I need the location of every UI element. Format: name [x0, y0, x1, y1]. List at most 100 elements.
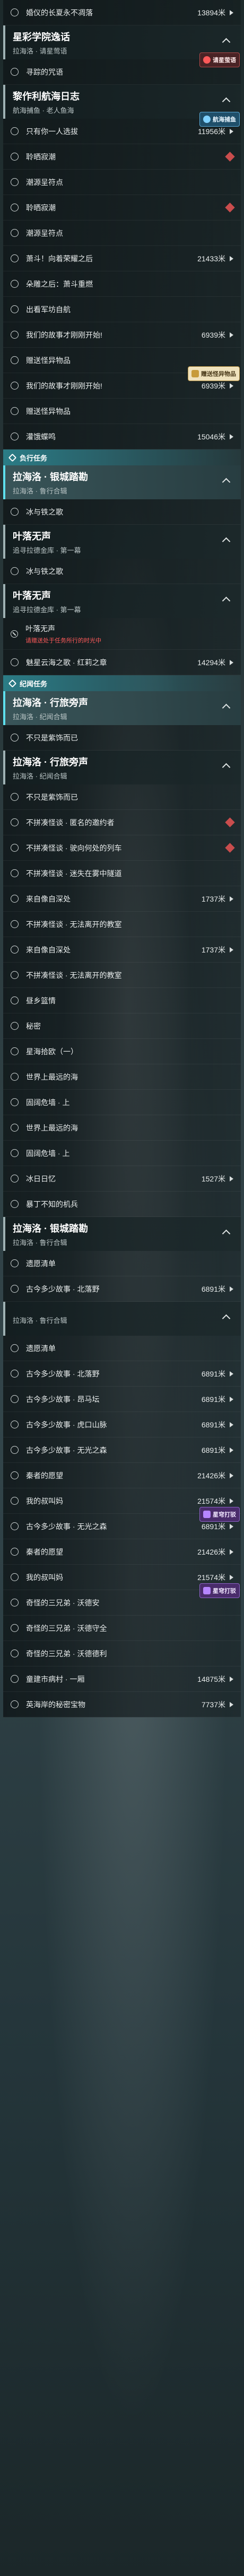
- quest-name: 古今多少故事 · 北落野: [26, 1284, 100, 1293]
- group-subtitle: 追寻拉德金库 · 第一幕: [13, 605, 81, 614]
- navigate-arrow-icon[interactable]: [230, 332, 233, 338]
- quest-item[interactable]: 赠送怪异物品: [3, 399, 241, 424]
- quest-item[interactable]: 来自像自深处 1737米: [3, 886, 241, 912]
- quest-status-circle-icon: [11, 1573, 19, 1581]
- quest-item[interactable]: 童建市病村 · 一厢 14875米: [3, 1666, 241, 1692]
- quest-group-header[interactable]: 拉海洛 · 鲁行合辑: [3, 1302, 241, 1336]
- quest-item[interactable]: 世界上最远的海: [3, 1064, 241, 1090]
- quest-item[interactable]: 婚仪的长夏永不凋落 13894米: [3, 0, 241, 25]
- chevron-icon[interactable]: [222, 478, 231, 487]
- chevron-icon[interactable]: [222, 763, 231, 772]
- navigate-arrow-icon[interactable]: [230, 1422, 233, 1427]
- section-header[interactable]: 负行任务: [3, 449, 241, 465]
- quest-item[interactable]: 出看军坊自航: [3, 297, 241, 322]
- quest-item[interactable]: 昼乡篮情: [3, 988, 241, 1013]
- quest-item[interactable]: 古今多少故事 · 昂马坛 6891米: [3, 1387, 241, 1412]
- quest-item[interactable]: 奇怪的三兄弟 · 沃德守全: [3, 1616, 241, 1641]
- quest-item[interactable]: 不拼凑怪谈 · 无法离开的教室: [3, 963, 241, 988]
- quest-item[interactable]: 星海拾欧（一）: [3, 1039, 241, 1064]
- quest-item[interactable]: 潮源呈符点: [3, 220, 241, 246]
- floating-tag[interactable]: 航海捕鱼: [199, 112, 240, 127]
- quest-item[interactable]: 秘密: [3, 1013, 241, 1039]
- quest-item[interactable]: 不拼凑怪谈 · 匿名的邀约者: [3, 810, 241, 835]
- navigate-arrow-icon[interactable]: [230, 1523, 233, 1529]
- quest-item[interactable]: 不只是紫饰而已: [3, 784, 241, 810]
- navigate-arrow-icon[interactable]: [230, 128, 233, 134]
- navigate-arrow-icon[interactable]: [230, 255, 233, 261]
- quest-item[interactable]: 来自像自深处 1737米: [3, 937, 241, 963]
- floating-tag[interactable]: 星穹打驳: [199, 1583, 240, 1598]
- quest-item[interactable]: 灌饿蝶鸣 15046米: [3, 424, 241, 449]
- quest-status-circle-icon: [11, 1421, 19, 1428]
- chevron-icon[interactable]: [222, 537, 231, 546]
- quest-item[interactable]: 魅星云海之歌 · 红莉之章 14294米: [3, 650, 241, 675]
- quest-item[interactable]: 世界上最远的海: [3, 1115, 241, 1141]
- navigate-arrow-icon[interactable]: [230, 1176, 233, 1181]
- quest-item[interactable]: 冰日日忆 1527米: [3, 1166, 241, 1192]
- chevron-icon[interactable]: [222, 703, 231, 712]
- quest-item[interactable]: 聆晒寂潮: [3, 144, 241, 170]
- quest-name: 星海拾欧（一）: [26, 1047, 78, 1056]
- navigate-arrow-icon[interactable]: [230, 1574, 233, 1580]
- navigate-arrow-icon[interactable]: [230, 1701, 233, 1707]
- chevron-icon[interactable]: [222, 38, 231, 47]
- chevron-icon[interactable]: [222, 97, 231, 106]
- navigate-arrow-icon[interactable]: [230, 434, 233, 439]
- quest-item[interactable]: 暴丁不知的机兵: [3, 1192, 241, 1217]
- quest-group-header[interactable]: 拉海洛 · 行旅旁声 拉海洛 · 纪闻合辑: [3, 751, 241, 784]
- quest-item[interactable]: 不拼凑怪谈 · 无法离开的教室: [3, 912, 241, 937]
- quest-item[interactable]: 秦者的愿望 21426米: [3, 1463, 241, 1488]
- quest-item[interactable]: 不拼凑怪谈 · 迷失在雾中隧道: [3, 861, 241, 886]
- quest-item[interactable]: 聆晒寂潮: [3, 195, 241, 220]
- quest-item[interactable]: 秦者的愿望 21426米: [3, 1539, 241, 1565]
- quest-item[interactable]: 不拼凑怪谈 · 驶向何处的列车: [3, 835, 241, 861]
- quest-name: 固阔危墙 · 上: [26, 1098, 70, 1107]
- quest-item[interactable]: 英海岸的秘密宝物 7737米: [3, 1692, 241, 1717]
- navigate-arrow-icon[interactable]: [230, 1371, 233, 1377]
- quest-name: 寻踪的咒语: [26, 67, 63, 76]
- navigate-arrow-icon[interactable]: [230, 1498, 233, 1504]
- navigate-arrow-icon[interactable]: [230, 1472, 233, 1478]
- floating-tag[interactable]: 赠送怪异物品: [188, 366, 240, 381]
- quest-item[interactable]: 萧斗！向着荣耀之后 21433米: [3, 246, 241, 271]
- navigate-arrow-icon[interactable]: [230, 1396, 233, 1402]
- floating-tag[interactable]: 请星萤语: [199, 52, 240, 67]
- floating-tag[interactable]: 星穹打驳: [199, 1507, 240, 1522]
- quest-item[interactable]: 古今多少故事 · 无光之森 6891米: [3, 1437, 241, 1463]
- quest-item[interactable]: 叶落无声 请赠送处于任务所行的时光中: [3, 618, 241, 650]
- quest-item[interactable]: 不只是紫饰而已: [3, 725, 241, 751]
- quest-distance: 1737米: [201, 894, 225, 903]
- quest-item[interactable]: 遗愿清单: [3, 1251, 241, 1276]
- quest-item[interactable]: 朵雕之后：萧斗重燃: [3, 271, 241, 297]
- navigate-arrow-icon[interactable]: [230, 1549, 233, 1555]
- quest-item[interactable]: 古今多少故事 · 虎口山脉 6891米: [3, 1412, 241, 1437]
- navigate-arrow-icon[interactable]: [230, 947, 233, 952]
- quest-group-header[interactable]: 叶落无声 追寻拉德金库 · 第一幕: [3, 525, 241, 559]
- quest-status-circle-icon: [11, 1395, 19, 1403]
- quest-item[interactable]: 古今多少故事 · 北落野 6891米: [3, 1276, 241, 1302]
- chevron-icon[interactable]: [222, 1314, 231, 1323]
- navigate-arrow-icon[interactable]: [230, 1286, 233, 1292]
- quest-item[interactable]: 潮源呈符点: [3, 170, 241, 195]
- navigate-arrow-icon[interactable]: [230, 659, 233, 665]
- navigate-arrow-icon[interactable]: [230, 383, 233, 389]
- navigate-arrow-icon[interactable]: [230, 1447, 233, 1453]
- quest-group-header[interactable]: 拉海洛 · 银城踏勘 拉海洛 · 鲁行合辑: [3, 465, 241, 499]
- quest-group-header[interactable]: 拉海洛 · 银城踏勘 拉海洛 · 鲁行合辑: [3, 1217, 241, 1251]
- quest-group-header[interactable]: 叶落无声 追寻拉德金库 · 第一幕: [3, 584, 241, 618]
- quest-item[interactable]: 遗愿清单: [3, 1336, 241, 1361]
- chevron-icon[interactable]: [222, 596, 231, 605]
- quest-item[interactable]: 固阔危墙 · 上: [3, 1141, 241, 1166]
- quest-item[interactable]: 固阔危墙 · 上: [3, 1090, 241, 1115]
- quest-item[interactable]: 冰与铁之歌: [3, 499, 241, 525]
- chevron-icon[interactable]: [222, 1229, 231, 1238]
- navigate-arrow-icon[interactable]: [230, 896, 233, 902]
- quest-item[interactable]: 我们的故事才刚刚开始! 6939米: [3, 322, 241, 348]
- quest-item[interactable]: 奇怪的三兄弟 · 沃德德利: [3, 1641, 241, 1666]
- section-header[interactable]: 纪闻任务: [3, 675, 241, 691]
- quest-item[interactable]: 古今多少故事 · 北落野 6891米: [3, 1361, 241, 1387]
- navigate-arrow-icon[interactable]: [230, 1676, 233, 1682]
- quest-group-header[interactable]: 拉海洛 · 行旅旁声 拉海洛 · 纪闻合辑: [3, 691, 241, 725]
- quest-item[interactable]: 冰与铁之歌: [3, 559, 241, 584]
- navigate-arrow-icon[interactable]: [230, 10, 233, 15]
